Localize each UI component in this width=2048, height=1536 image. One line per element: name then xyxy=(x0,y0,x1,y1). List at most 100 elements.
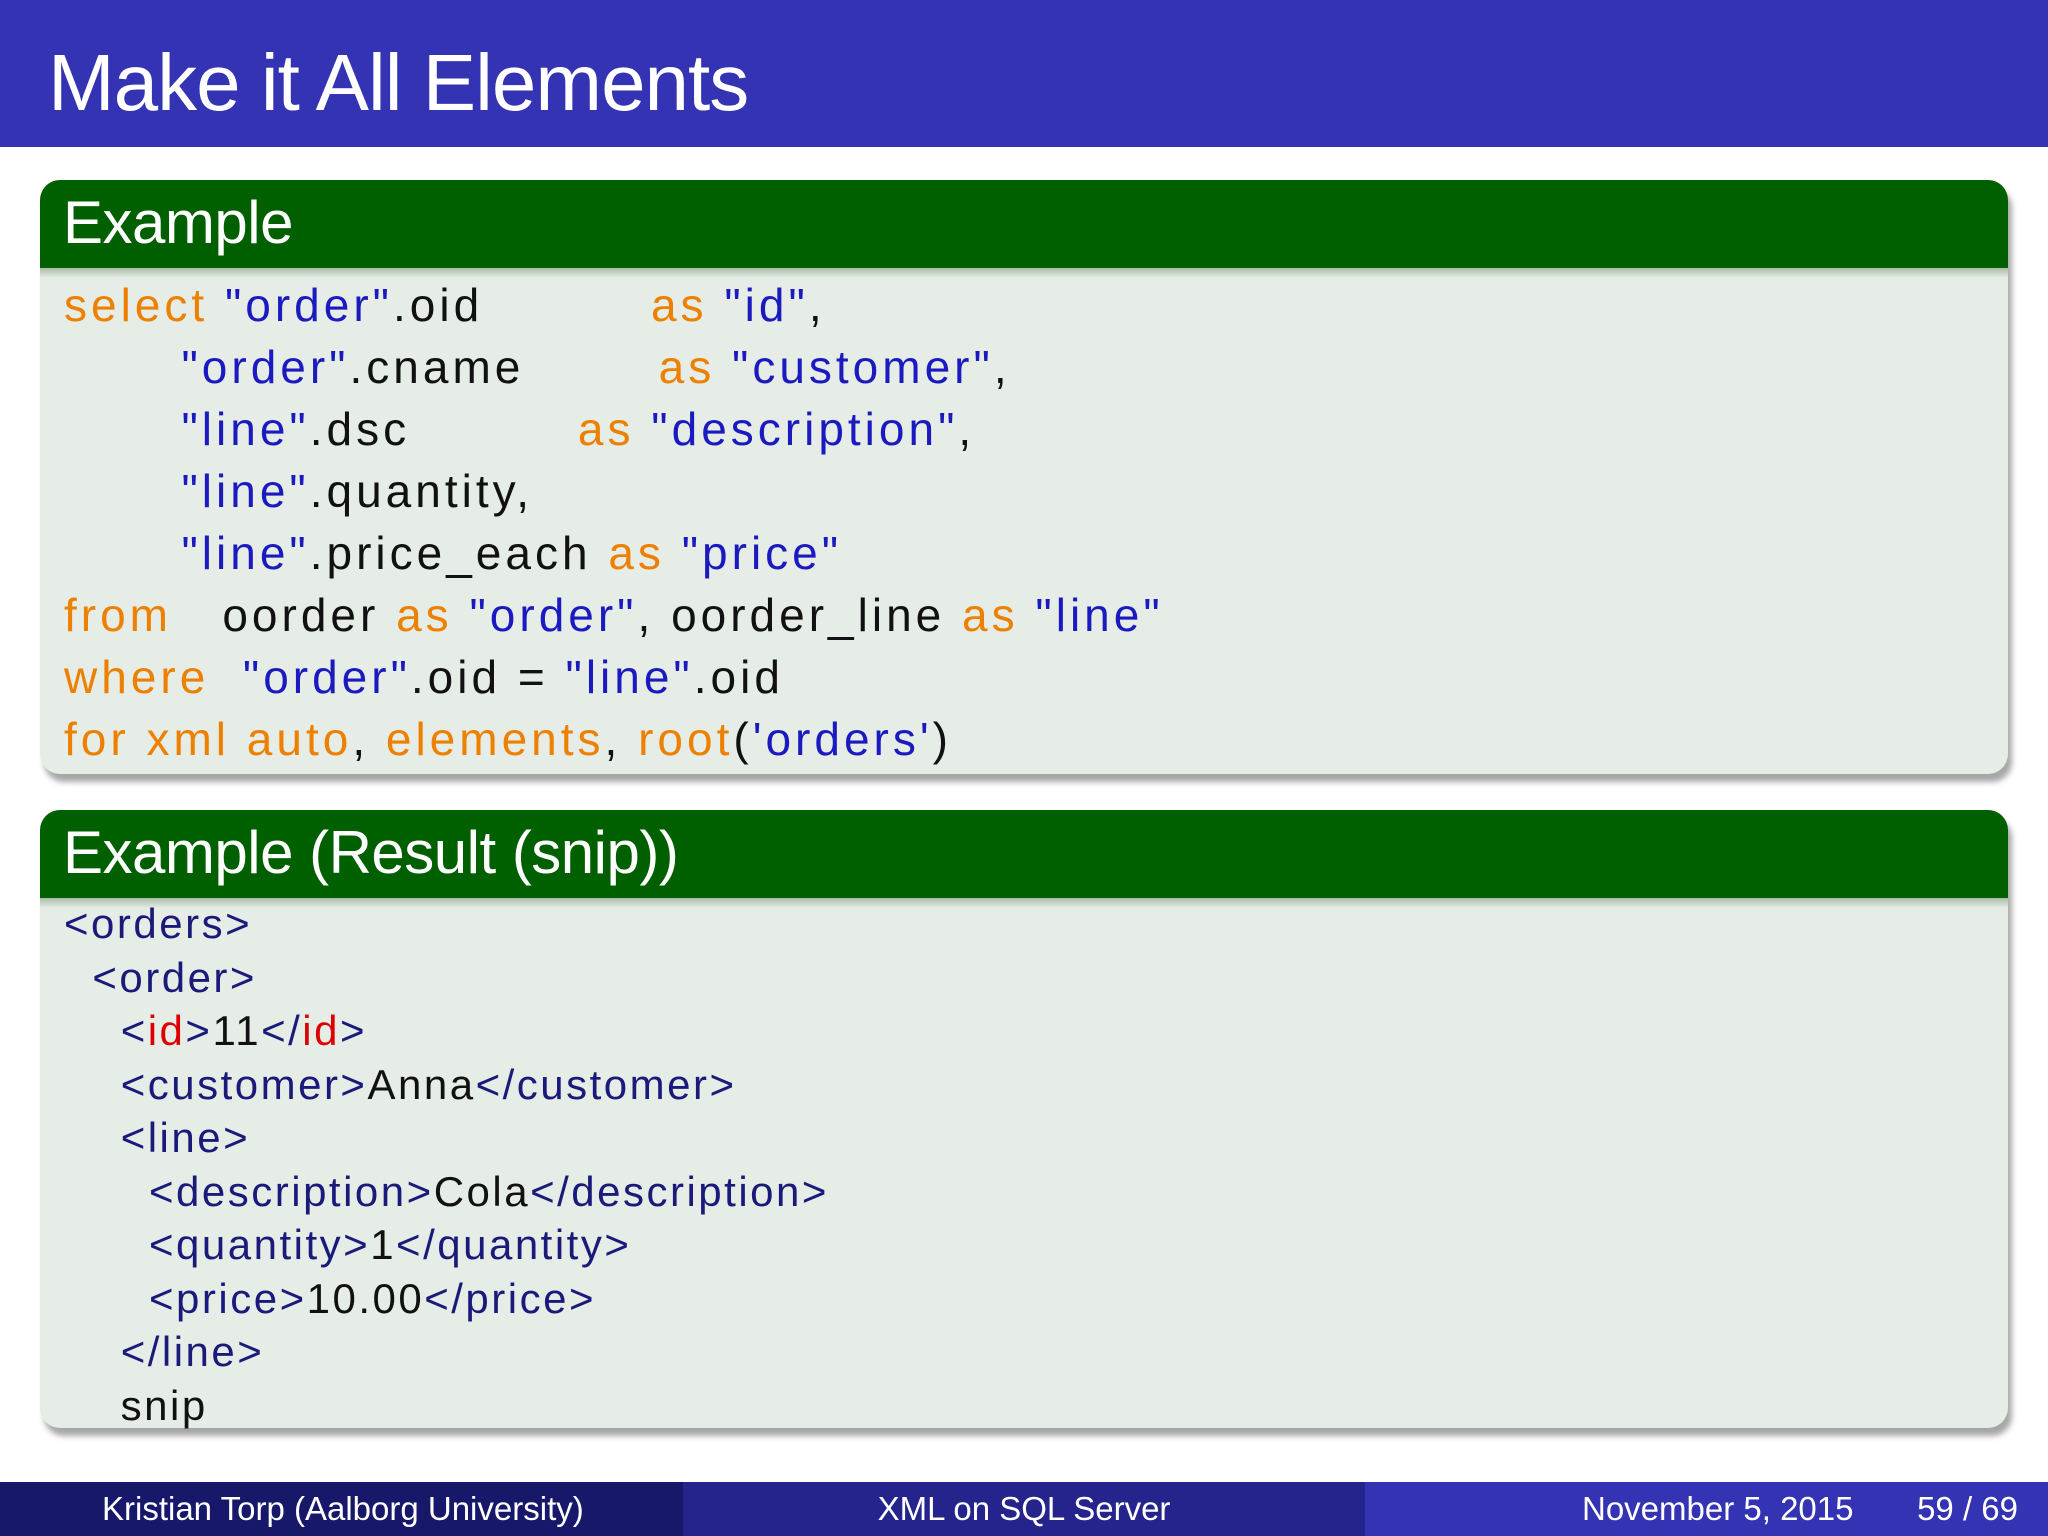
string-literal: "line" xyxy=(1035,589,1164,641)
code-text: snip xyxy=(64,1381,208,1429)
keyword: as xyxy=(396,589,453,641)
sql-code-line: select "order".oid as "id", xyxy=(64,275,826,335)
string-literal: "customer" xyxy=(731,341,994,393)
keyword: as xyxy=(577,403,635,455)
code-text: .cname xyxy=(349,341,659,393)
string-literal: "line" xyxy=(181,403,310,455)
string-literal: "line" xyxy=(181,527,310,579)
keyword: as xyxy=(962,589,1019,641)
xml-result-line: <line> xyxy=(64,1112,250,1164)
xml-result-line: <order> xyxy=(64,952,257,1004)
code-text: , oorder_line xyxy=(637,589,963,641)
code-text: 1 xyxy=(370,1221,397,1268)
string-literal: "line" xyxy=(181,465,310,517)
code-text: .oid xyxy=(393,279,651,331)
xml-result-line: <orders> xyxy=(64,898,252,950)
string-literal: "id" xyxy=(724,279,809,331)
string-literal: "order" xyxy=(181,341,350,393)
xml-result-line: <description>Cola</description> xyxy=(64,1166,829,1218)
xml-result-line: <customer>Anna</customer> xyxy=(64,1059,737,1111)
string-literal: 'orders' xyxy=(752,713,933,765)
string-literal: "description" xyxy=(651,403,959,455)
xml-tag: </ xyxy=(261,1007,303,1054)
xml-tag: <quantity> xyxy=(149,1221,371,1268)
keyword: as xyxy=(658,341,716,393)
xml-tag: </quantity> xyxy=(396,1221,632,1268)
keyword: root xyxy=(638,713,734,765)
xml-tag: <description> xyxy=(149,1167,434,1215)
xml-tag: <line> xyxy=(120,1114,251,1161)
code-text: ( xyxy=(733,713,753,765)
keyword: elements xyxy=(385,713,605,765)
xml-result-line: <price>10.00</price> xyxy=(64,1273,596,1325)
sql-code-line: "order".cname as "customer", xyxy=(64,337,1011,397)
code-text: ) xyxy=(932,713,952,765)
code-text: , xyxy=(808,279,826,331)
xml-tag: </customer> xyxy=(475,1060,737,1108)
xml-result-line: <quantity>1</quantity> xyxy=(64,1219,631,1271)
xml-tag: </line> xyxy=(120,1328,265,1375)
footer-title-section: XML on SQL Server xyxy=(683,1482,1365,1536)
sql-code-line: from oorder as "order", oorder_line as "… xyxy=(64,585,1164,645)
keyword: where xyxy=(64,651,210,703)
code-text: .quantity, xyxy=(309,465,533,517)
code-text: 10.00 xyxy=(306,1274,425,1322)
block-header-shadow xyxy=(40,898,2008,908)
footer-date-section: November 5, 2015 59 / 69 xyxy=(1365,1482,2048,1536)
xml-tag: > xyxy=(339,1007,367,1054)
string-literal: "order" xyxy=(224,279,393,331)
xml-tag: < xyxy=(120,1007,148,1054)
string-literal: "line" xyxy=(565,651,694,703)
sql-code-line: "line".dsc as "description", xyxy=(64,399,975,459)
footer-author: Kristian Torp (Aalborg University) xyxy=(102,1490,584,1527)
code-text: , xyxy=(352,713,386,765)
xml-result-line: </line> xyxy=(64,1326,264,1378)
code-text: , xyxy=(958,403,976,455)
code-text: , xyxy=(993,341,1011,393)
code-text: , xyxy=(604,713,639,765)
xml-tag: > xyxy=(185,1007,213,1054)
keyword: as xyxy=(650,279,708,331)
xml-result-line: <id>11</id> xyxy=(64,1005,367,1057)
code-text: .dsc xyxy=(309,403,578,455)
result-block: Example (Result (snip)) <orders> <order>… xyxy=(40,810,2008,1429)
sql-code-line: "line".price_each as "price" xyxy=(64,523,842,583)
code-text: Cola xyxy=(433,1167,531,1215)
xml-id-tag: id xyxy=(302,1007,340,1054)
example-block: Example select "order".oid as "id", "ord… xyxy=(40,180,2008,774)
code-text: oorder xyxy=(172,589,397,641)
footer-talk-title: XML on SQL Server xyxy=(877,1490,1171,1527)
xml-tag: <order> xyxy=(92,953,257,1001)
xml-tag: </description> xyxy=(530,1167,829,1215)
keyword: select xyxy=(64,279,209,331)
code-text: 11 xyxy=(212,1007,262,1054)
keyword: from xyxy=(64,589,172,641)
xml-result-line: snip xyxy=(64,1380,208,1432)
string-literal: "price" xyxy=(681,527,843,579)
keyword: for xml auto xyxy=(64,713,353,765)
xml-tag: <customer> xyxy=(120,1060,368,1108)
string-literal: "order" xyxy=(469,589,638,641)
xml-tag: </price> xyxy=(424,1274,596,1322)
code-text: .price_each xyxy=(309,527,609,579)
example-block-title: Example xyxy=(40,180,2008,268)
xml-tag: <price> xyxy=(149,1274,307,1322)
